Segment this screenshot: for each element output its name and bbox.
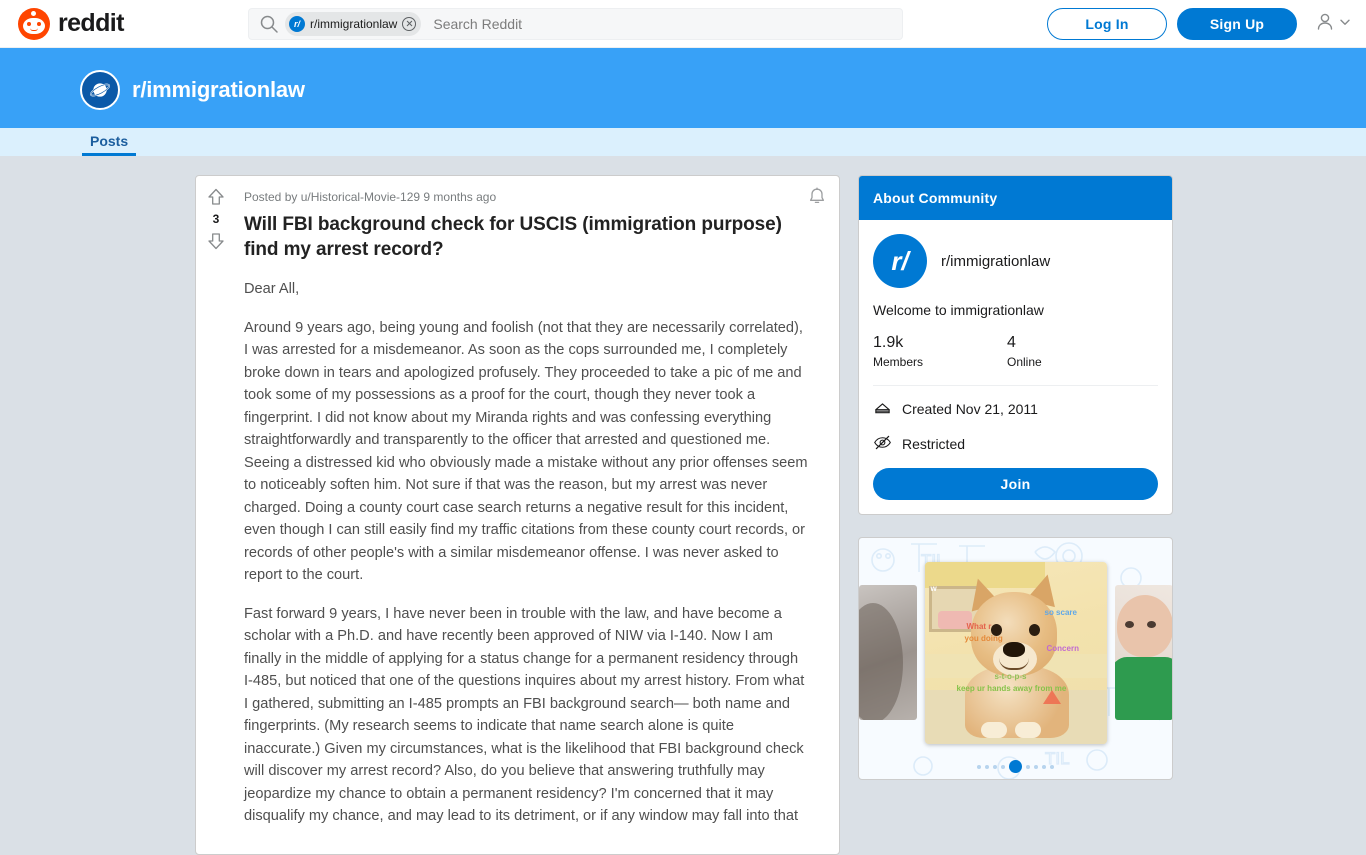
search-bar[interactable]: r/ r/immigrationlaw bbox=[248, 8, 903, 40]
meme-caption: w bbox=[930, 583, 937, 593]
subreddit-banner: r/immigrationlaw bbox=[0, 48, 1366, 128]
search-icon bbox=[259, 14, 279, 34]
about-community-body: r/ r/immigrationlaw Welcome to immigrati… bbox=[859, 220, 1172, 514]
search-scope-label: r/immigrationlaw bbox=[310, 17, 398, 31]
reddit-home-link[interactable]: reddit bbox=[18, 7, 124, 40]
subreddit-identity[interactable]: r/immigrationlaw bbox=[80, 70, 305, 110]
signup-button[interactable]: Sign Up bbox=[1177, 8, 1297, 40]
community-description: Welcome to immigrationlaw bbox=[873, 302, 1044, 318]
stat-online: 4 Online bbox=[1007, 334, 1141, 369]
search-input[interactable] bbox=[431, 15, 894, 33]
subreddit-avatar-icon: r/ bbox=[289, 16, 305, 32]
meme-caption: so scare bbox=[1044, 607, 1077, 617]
subreddit-avatar-icon: r/ bbox=[873, 234, 927, 288]
doge-meme-image[interactable]: w What r you doing so scare Concern s-t-… bbox=[924, 561, 1107, 744]
about-community-card: About Community r/ r/immigrationlaw Welc… bbox=[858, 175, 1173, 515]
close-icon[interactable] bbox=[402, 17, 417, 31]
post-byline: Posted by u/Historical-Movie-129 9 month… bbox=[244, 190, 497, 204]
carousel-next-image[interactable] bbox=[1114, 585, 1172, 720]
divider bbox=[873, 385, 1158, 386]
community-name: r/immigrationlaw bbox=[941, 252, 1051, 270]
meme-caption: s-t-o-p-s bbox=[994, 671, 1027, 681]
image-carousel-card[interactable]: TIL TIL DR bbox=[858, 537, 1173, 780]
post-card: 3 Posted by u/Historical-Movie-129 9 mon… bbox=[195, 175, 840, 855]
stat-label: Online bbox=[1007, 355, 1042, 369]
login-button[interactable]: Log In bbox=[1047, 8, 1167, 40]
chevron-down-icon bbox=[1338, 15, 1352, 34]
reddit-wordmark: reddit bbox=[58, 9, 124, 37]
carousel-pagination-dots bbox=[859, 760, 1172, 773]
upvote-arrow-icon[interactable] bbox=[205, 186, 227, 208]
vote-column: 3 bbox=[196, 176, 236, 252]
meme-caption: What r bbox=[966, 621, 992, 631]
planet-icon bbox=[80, 70, 120, 110]
subreddit-tabs: Posts bbox=[0, 128, 1366, 156]
stat-members: 1.9k Members bbox=[873, 334, 1007, 369]
bell-icon[interactable] bbox=[805, 186, 829, 210]
small-arrow-icon bbox=[1042, 689, 1061, 704]
stat-value: 1.9k bbox=[873, 334, 904, 351]
post-content: Posted by u/Historical-Movie-129 9 month… bbox=[244, 176, 839, 854]
community-stats: 1.9k Members 4 Online bbox=[873, 334, 1158, 369]
vote-score: 3 bbox=[212, 212, 220, 226]
stat-label: Members bbox=[873, 355, 924, 369]
carousel-strip: w What r you doing so scare Concern s-t-… bbox=[859, 560, 1172, 745]
downvote-arrow-icon[interactable] bbox=[205, 230, 227, 252]
eye-off-icon bbox=[873, 433, 892, 455]
cake-icon bbox=[873, 398, 892, 420]
meme-caption: you doing bbox=[964, 633, 1003, 643]
post-paragraph: Dear All, bbox=[244, 281, 300, 298]
created-date-row: Created Nov 21, 2011 bbox=[873, 398, 1158, 420]
top-navigation-bar: reddit r/ r/immigrationlaw Log In Sign U… bbox=[0, 0, 1366, 48]
subreddit-name: r/immigrationlaw bbox=[132, 77, 305, 102]
auth-actions: Log In Sign Up bbox=[1047, 0, 1352, 48]
user-avatar-icon bbox=[1313, 10, 1337, 39]
search-scope-pill[interactable]: r/ r/immigrationlaw bbox=[285, 12, 422, 36]
privacy-text: Restricted bbox=[902, 436, 966, 452]
tab-posts[interactable]: Posts bbox=[82, 128, 137, 156]
carousel-dot-active[interactable] bbox=[1009, 760, 1022, 773]
stat-value: 4 bbox=[1007, 334, 1016, 351]
join-button[interactable]: Join bbox=[873, 468, 1158, 500]
created-date-text: Created Nov 21, 2011 bbox=[902, 401, 1038, 417]
reddit-snoo-icon bbox=[18, 7, 50, 40]
post-paragraph: Fast forward 9 years, I have never been … bbox=[244, 605, 805, 825]
sidebar: About Community r/ r/immigrationlaw Welc… bbox=[858, 175, 1173, 780]
post-paragraph: Around 9 years ago, being young and fool… bbox=[244, 319, 808, 584]
privacy-row: Restricted bbox=[873, 433, 1158, 455]
about-community-title: About Community bbox=[859, 176, 1172, 220]
community-identity-row[interactable]: r/ r/immigrationlaw bbox=[873, 234, 1158, 288]
user-account-menu[interactable] bbox=[1313, 10, 1352, 39]
meme-caption: Concern bbox=[1046, 643, 1079, 653]
post-text-body: Dear All, Around 9 years ago, being youn… bbox=[244, 278, 811, 828]
post-title: Will FBI background check for USCIS (imm… bbox=[244, 214, 782, 261]
carousel-previous-image[interactable] bbox=[859, 585, 917, 720]
